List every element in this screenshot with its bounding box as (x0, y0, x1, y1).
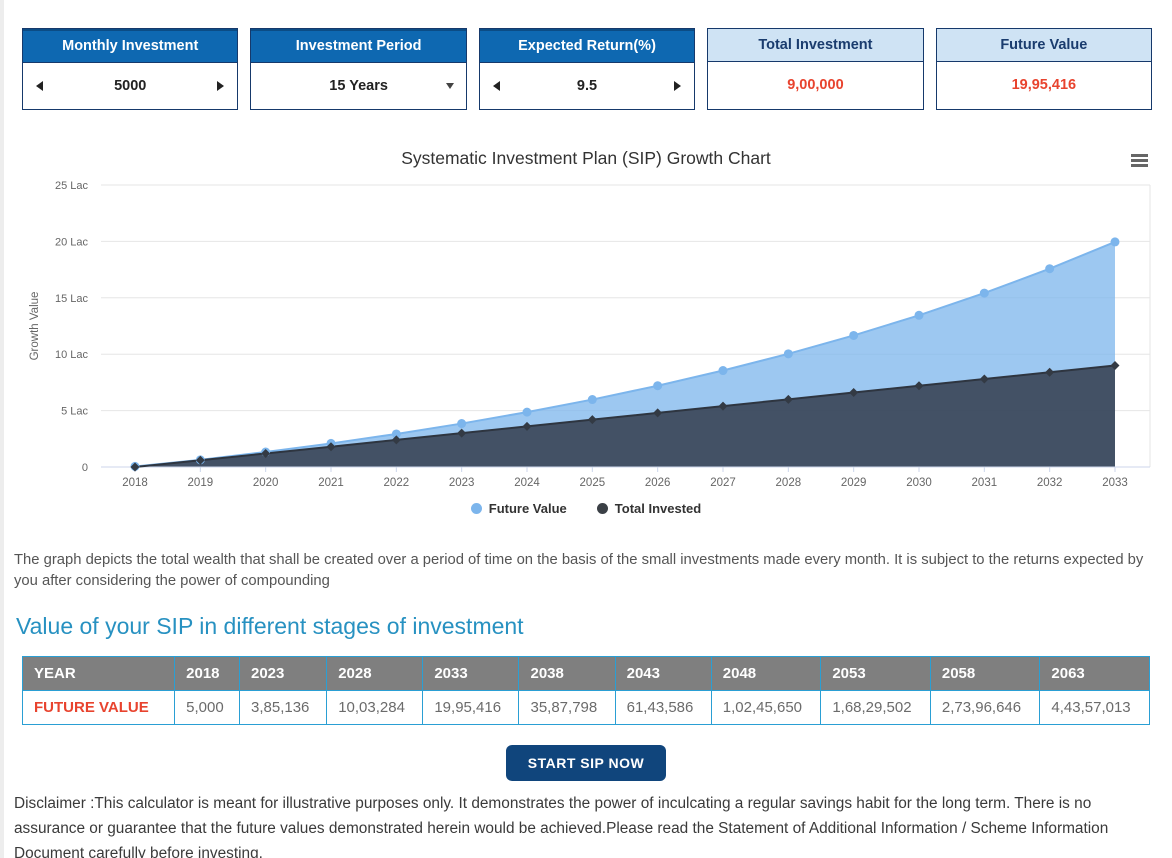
future-value-cell: 35,87,798 (519, 690, 615, 724)
expected-return-decrement-icon[interactable] (493, 81, 500, 91)
year-row-label: YEAR (23, 656, 175, 690)
year-cell: 2038 (519, 656, 615, 690)
disclaimer-text: Disclaimer :This calculator is meant for… (14, 791, 1158, 858)
sip-growth-chart[interactable]: 0 5 Lac 10 Lac 15 Lac 20 Lac 25 Lac Growth Val… (8, 173, 1164, 499)
total-investment-value: 9,00,000 (787, 77, 843, 93)
year-cell: 2018 (175, 656, 240, 690)
future-value-cell: 3,85,136 (240, 690, 327, 724)
svg-text:2033: 2033 (1102, 477, 1128, 489)
year-cell: 2023 (240, 656, 327, 690)
year-cell: 2063 (1040, 656, 1150, 690)
monthly-investment-box: Monthly Investment 5000 (22, 28, 238, 110)
future-value-cell: 10,03,284 (327, 690, 423, 724)
total-investment-box: Total Investment 9,00,000 (707, 28, 923, 110)
svg-text:5 Lac: 5 Lac (61, 406, 88, 418)
monthly-investment-decrement-icon[interactable] (36, 81, 43, 91)
svg-text:2028: 2028 (776, 477, 802, 489)
diamond-legend-marker-icon (597, 503, 608, 514)
svg-text:2027: 2027 (710, 477, 736, 489)
year-cell: 2033 (423, 656, 519, 690)
future-value-cell: 2,73,96,646 (930, 690, 1040, 724)
monthly-investment-field[interactable]: 5000 (23, 63, 237, 109)
sip-stages-table: YEAR201820232028203320382043204820532058… (22, 656, 1150, 725)
future-value-cell: 4,43,57,013 (1040, 690, 1150, 724)
svg-text:2021: 2021 (318, 477, 344, 489)
legend-item-future-value[interactable]: Future Value (471, 501, 567, 516)
chart-context-menu-icon[interactable] (1131, 152, 1148, 169)
future-value-cell: 1,68,29,502 (821, 690, 931, 724)
svg-text:2029: 2029 (841, 477, 867, 489)
svg-text:10 Lac: 10 Lac (55, 349, 89, 361)
monthly-investment-increment-icon[interactable] (217, 81, 224, 91)
total-investment-output: 9,00,000 (708, 62, 922, 108)
future-value-box: Future Value 19,95,416 (936, 28, 1152, 110)
sip-stages-table-wrap: YEAR201820232028203320382043204820532058… (22, 656, 1150, 725)
year-cell: 2028 (327, 656, 423, 690)
expected-return-increment-icon[interactable] (674, 81, 681, 91)
table-future-value-row: FUTURE VALUE5,0003,85,13610,03,28419,95,… (23, 690, 1150, 724)
calculator-inputs-row: Monthly Investment 5000 Investment Perio… (22, 28, 1152, 110)
legend-label: Future Value (489, 501, 567, 516)
expected-return-label: Expected Return(%) (480, 29, 694, 63)
chevron-down-icon[interactable] (446, 83, 454, 89)
svg-text:2031: 2031 (972, 477, 998, 489)
year-cell: 2043 (615, 656, 711, 690)
svg-text:2020: 2020 (253, 477, 279, 489)
svg-text:2030: 2030 (906, 477, 932, 489)
svg-text:2026: 2026 (645, 477, 671, 489)
future-value-cell: 5,000 (175, 690, 240, 724)
chart-legend: Future Value Total Invested (8, 501, 1164, 516)
svg-text:2023: 2023 (449, 477, 475, 489)
sip-growth-chart-card: Systematic Investment Plan (SIP) Growth … (8, 144, 1164, 516)
expected-return-box: Expected Return(%) 9.5 (479, 28, 695, 110)
svg-text:2018: 2018 (122, 477, 148, 489)
investment-period-value[interactable]: 15 Years (329, 78, 388, 94)
svg-text:15 Lac: 15 Lac (55, 293, 89, 305)
svg-text:2024: 2024 (514, 477, 540, 489)
monthly-investment-label: Monthly Investment (23, 29, 237, 63)
legend-item-total-invested[interactable]: Total Invested (597, 501, 701, 516)
monthly-investment-value[interactable]: 5000 (114, 78, 146, 94)
svg-text:Growth Value: Growth Value (29, 292, 41, 361)
expected-return-field[interactable]: 9.5 (480, 63, 694, 109)
investment-period-label: Investment Period (251, 29, 465, 63)
year-cell: 2058 (930, 656, 1040, 690)
future-value-cell: 1,02,45,650 (711, 690, 821, 724)
chart-title: Systematic Investment Plan (SIP) Growth … (8, 144, 1164, 169)
future-value-cell: 61,43,586 (615, 690, 711, 724)
chart-description: The graph depicts the total wealth that … (14, 550, 1158, 593)
svg-text:25 Lac: 25 Lac (55, 180, 89, 192)
future-value-row-label: FUTURE VALUE (23, 690, 175, 724)
year-cell: 2048 (711, 656, 821, 690)
future-value-label: Future Value (937, 29, 1151, 62)
expected-return-value[interactable]: 9.5 (577, 78, 597, 94)
year-cell: 2053 (821, 656, 931, 690)
start-sip-now-button[interactable]: START SIP NOW (506, 745, 666, 781)
table-year-row: YEAR201820232028203320382043204820532058… (23, 656, 1150, 690)
future-value-cell: 19,95,416 (423, 690, 519, 724)
svg-text:2019: 2019 (188, 477, 214, 489)
cta-wrap: START SIP NOW (0, 745, 1172, 781)
svg-text:0: 0 (82, 462, 88, 474)
svg-text:2025: 2025 (580, 477, 606, 489)
investment-period-select[interactable]: 15 Years (251, 63, 465, 109)
svg-text:2022: 2022 (384, 477, 410, 489)
legend-label: Total Invested (615, 501, 701, 516)
total-investment-label: Total Investment (708, 29, 922, 62)
svg-text:2032: 2032 (1037, 477, 1063, 489)
section-heading: Value of your SIP in different stages of… (16, 613, 1158, 640)
future-value-value: 19,95,416 (1012, 77, 1077, 93)
future-value-output: 19,95,416 (937, 62, 1151, 108)
circle-legend-marker-icon (471, 503, 482, 514)
svg-text:20 Lac: 20 Lac (55, 236, 89, 248)
investment-period-box: Investment Period 15 Years (250, 28, 466, 110)
